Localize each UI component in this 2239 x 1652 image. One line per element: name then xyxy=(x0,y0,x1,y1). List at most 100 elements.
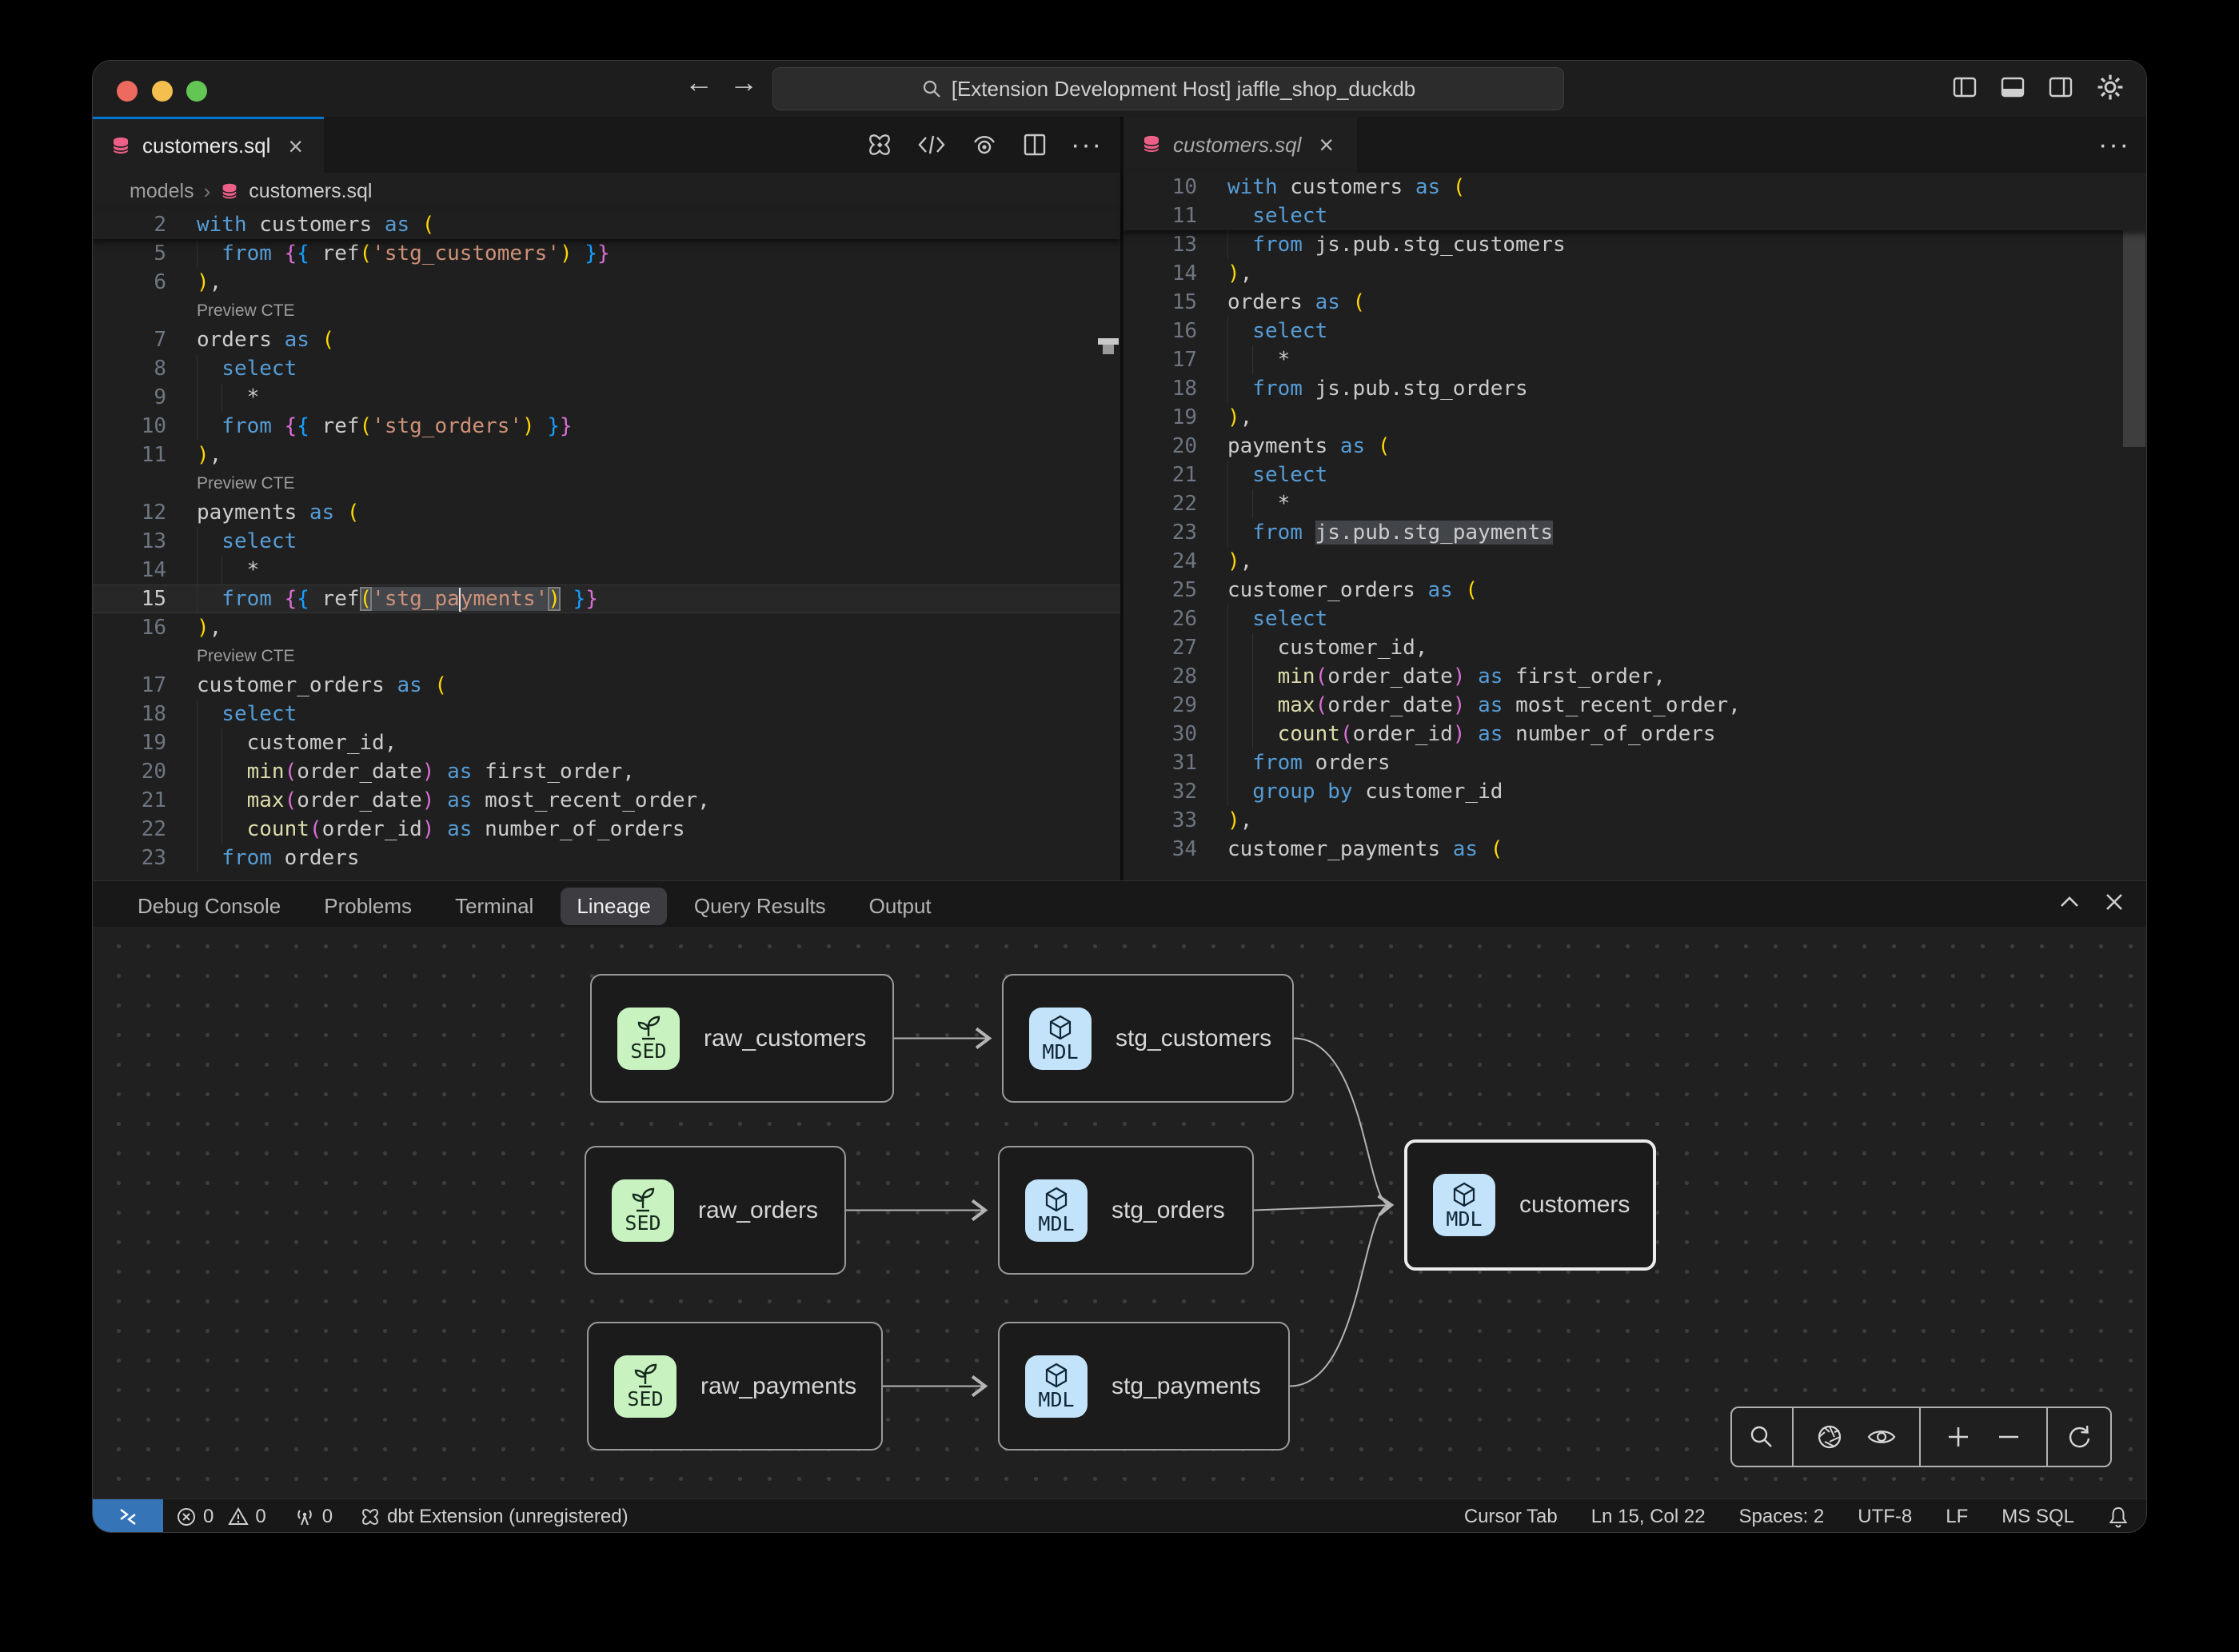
forward-arrow-icon[interactable]: → xyxy=(729,66,758,99)
code-line: 15orders as ( xyxy=(1123,288,2147,317)
dbt-power-user-icon[interactable] xyxy=(866,131,893,158)
lineage-node-raw_orders[interactable]: SEDraw_orders xyxy=(585,1146,846,1275)
sticky-scroll[interactable]: 2with customers as ( xyxy=(93,210,1120,239)
tab-customers-sql-right[interactable]: customers.sql × xyxy=(1123,117,1357,173)
codelens-row[interactable]: Preview CTE xyxy=(93,297,1120,325)
line-number: 13 xyxy=(93,527,166,556)
macos-maximize-button[interactable] xyxy=(186,81,207,102)
remote-indicator[interactable] xyxy=(93,1499,163,1533)
source-editor[interactable]: 2with customers as (5 from {{ ref('stg_c… xyxy=(93,210,1120,880)
status-bar: 0 0 0 dbt Extensi xyxy=(93,1498,2147,1533)
panel-tab-terminal[interactable]: Terminal xyxy=(439,888,549,925)
macos-minimize-button[interactable] xyxy=(152,81,173,102)
refresh-icon[interactable] xyxy=(2065,1423,2093,1450)
statusbar-item-spaces-2[interactable]: Spaces: 2 xyxy=(1739,1506,1825,1528)
line-number: 17 xyxy=(93,671,166,700)
code-line: 23 from orders xyxy=(93,844,1120,872)
toggle-panel-icon[interactable] xyxy=(1999,74,2026,101)
panel-tab-lineage[interactable]: Lineage xyxy=(561,888,667,925)
lineage-node-customers[interactable]: MDLcustomers xyxy=(1404,1139,1656,1271)
breadcrumb[interactable]: models › customers.sql xyxy=(93,173,1120,210)
tab-close-icon[interactable]: × xyxy=(1319,132,1334,158)
code-line: 26 select xyxy=(1123,605,2147,633)
line-number: 20 xyxy=(93,757,166,786)
settings-gear-icon[interactable] xyxy=(2095,72,2125,102)
panel-tab-output[interactable]: Output xyxy=(853,888,948,925)
editor-tabbar-left: customers.sql × ··· xyxy=(93,117,1120,173)
line-number: 13 xyxy=(1123,230,1197,259)
indent-guide xyxy=(1252,489,1253,518)
window-title: [Extension Development Host] jaffle_shop… xyxy=(952,77,1416,102)
sticky-scroll[interactable]: 10with customers as (11 select xyxy=(1123,173,2147,230)
statusbar-item-lf[interactable]: LF xyxy=(1946,1506,1968,1528)
problems-status[interactable]: 0 0 xyxy=(176,1506,266,1528)
code-line: 34customer_payments as ( xyxy=(1123,835,2147,864)
lineage-eye-icon[interactable] xyxy=(1866,1425,1898,1449)
codelens-row[interactable]: Preview CTE xyxy=(93,642,1120,671)
statusbar-item-ms-sql[interactable]: MS SQL xyxy=(2002,1506,2074,1528)
panel-tab-debug-console[interactable]: Debug Console xyxy=(122,888,297,925)
code-line: 9 * xyxy=(93,383,1120,412)
panel-tab-problems[interactable]: Problems xyxy=(308,888,428,925)
code-line: 18 select xyxy=(93,700,1120,728)
code-line: 16), xyxy=(93,613,1120,642)
title-bar: ← → [Extension Development Host] jaffle_… xyxy=(93,61,2146,117)
lineage-node-raw_customers[interactable]: SEDraw_customers xyxy=(590,974,894,1103)
line-number: 2 xyxy=(93,210,166,239)
indent-guide xyxy=(1227,633,1228,662)
code-line: 19 customer_id, xyxy=(93,728,1120,757)
line-number xyxy=(93,297,166,325)
lineage-node-stg_orders[interactable]: MDLstg_orders xyxy=(998,1146,1254,1275)
sql-file-icon xyxy=(110,136,131,157)
tab-customers-sql-left[interactable]: customers.sql × xyxy=(93,117,324,173)
toggle-sidebar-icon[interactable] xyxy=(1951,74,1978,101)
open-preview-eye-icon[interactable] xyxy=(970,133,999,157)
search-icon xyxy=(921,78,942,99)
line-number: 27 xyxy=(1123,633,1197,662)
dbt-extension-status[interactable]: dbt Extension (unregistered) xyxy=(360,1506,629,1528)
maximize-panel-chevron-icon[interactable] xyxy=(2057,892,2082,912)
close-panel-icon[interactable] xyxy=(2103,891,2125,913)
line-number: 32 xyxy=(1123,777,1197,806)
indent-guide xyxy=(1252,345,1253,374)
codelens-row[interactable]: Preview CTE xyxy=(93,469,1120,498)
toggle-secondary-sidebar-icon[interactable] xyxy=(2047,74,2074,101)
statusbar-item-cursor-tab[interactable]: Cursor Tab xyxy=(1464,1506,1558,1528)
lineage-node-stg_payments[interactable]: MDLstg_payments xyxy=(998,1322,1290,1450)
command-center[interactable]: [Extension Development Host] jaffle_shop… xyxy=(772,67,1564,110)
split-editor-icon[interactable] xyxy=(1023,133,1047,157)
compiled-editor[interactable]: 10with customers as (11 select13 from js… xyxy=(1123,173,2147,880)
editor-tabbar-right: customers.sql × ··· xyxy=(1123,117,2147,173)
code-line: 30 count(order_id) as number_of_orders xyxy=(1123,720,2147,748)
lineage-canvas[interactable]: SEDraw_customers MDLstg_customers SEDraw… xyxy=(93,927,2147,1499)
code-compile-icon[interactable] xyxy=(917,133,946,157)
lineage-node-raw_payments[interactable]: SEDraw_payments xyxy=(587,1322,883,1450)
code-line: 14 * xyxy=(93,556,1120,585)
lineage-search-icon[interactable] xyxy=(1748,1423,1775,1450)
indent-guide xyxy=(197,757,198,786)
notifications-bell-icon[interactable] xyxy=(2108,1506,2129,1528)
code-line: 6), xyxy=(93,268,1120,297)
statusbar-item-utf-8[interactable]: UTF-8 xyxy=(1858,1506,1912,1528)
lineage-aperture-icon[interactable] xyxy=(1815,1423,1844,1451)
code-line: 13 from js.pub.stg_customers xyxy=(1123,230,2147,259)
indent-guide xyxy=(197,354,198,383)
more-actions-icon[interactable]: ··· xyxy=(2098,130,2130,161)
indent-guide xyxy=(197,556,198,585)
line-number: 30 xyxy=(1123,720,1197,748)
back-arrow-icon[interactable]: ← xyxy=(684,66,713,99)
indent-guide xyxy=(197,412,198,441)
line-number: 22 xyxy=(1123,489,1197,518)
lineage-node-stg_customers[interactable]: MDLstg_customers xyxy=(1002,974,1294,1103)
line-number: 29 xyxy=(1123,691,1197,720)
seed-badge: SED xyxy=(614,1355,676,1418)
more-actions-icon[interactable]: ··· xyxy=(1071,130,1103,161)
ports-status[interactable]: 0 xyxy=(293,1506,333,1528)
zoom-in-icon[interactable] xyxy=(1946,1424,1971,1450)
tab-close-icon[interactable]: × xyxy=(288,134,303,159)
panel-tab-query-results[interactable]: Query Results xyxy=(678,888,842,925)
zoom-out-icon[interactable] xyxy=(1996,1424,2021,1450)
macos-close-button[interactable] xyxy=(117,81,138,102)
statusbar-item-ln-15-col-22[interactable]: Ln 15, Col 22 xyxy=(1591,1506,1706,1528)
indent-guide xyxy=(1252,691,1253,720)
